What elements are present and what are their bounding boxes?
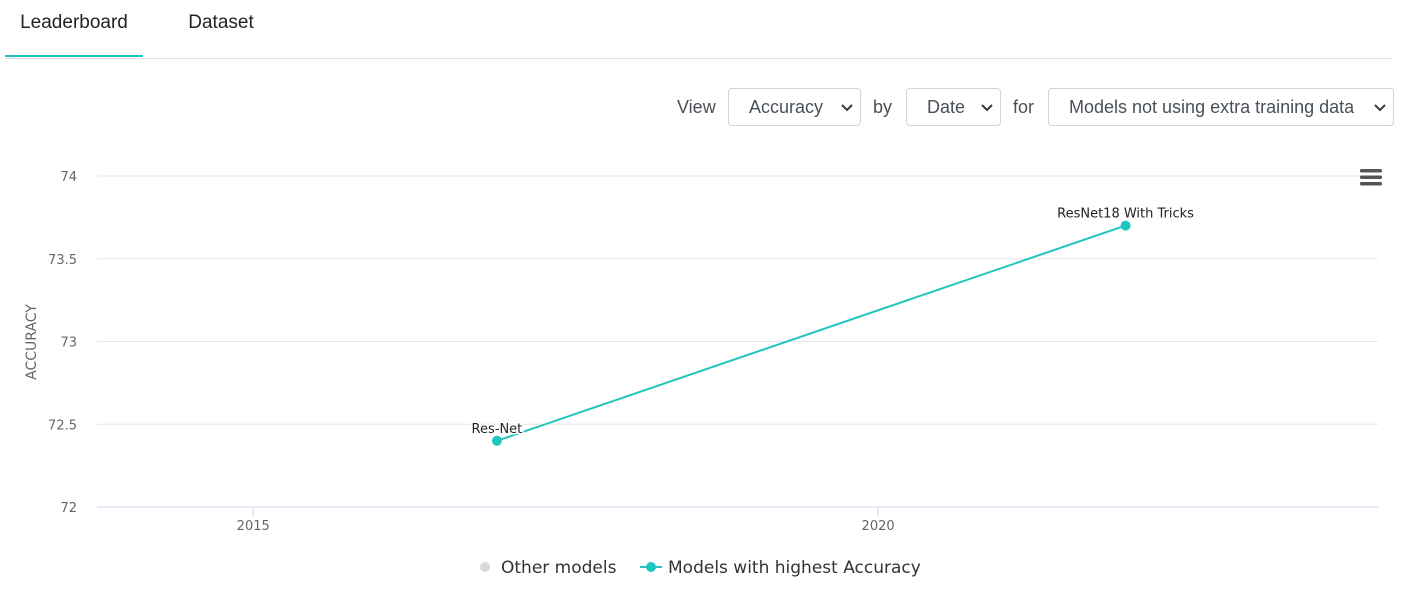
- x-tick-label: 2015: [237, 519, 270, 534]
- data-label: Res-Net: [472, 422, 523, 437]
- chevron-down-icon: [1374, 104, 1386, 112]
- metric-select[interactable]: Accuracy: [728, 88, 861, 126]
- x-axis: 2015 2020: [97, 506, 1378, 534]
- for-label: for: [1013, 97, 1035, 117]
- chart-legend: Other models Models with highest Accuracy: [480, 558, 921, 578]
- data-point[interactable]: [1120, 220, 1131, 231]
- tab-leaderboard[interactable]: Leaderboard: [5, 0, 143, 57]
- tab-dataset[interactable]: Dataset: [173, 0, 269, 57]
- chevron-down-icon: [981, 104, 993, 112]
- legend-label: Models with highest Accuracy: [668, 558, 921, 578]
- x-tick-label: 2020: [862, 519, 895, 534]
- metric-select-value: Accuracy: [749, 97, 824, 117]
- legend-label: Other models: [501, 558, 617, 578]
- y-tick-label: 73: [60, 336, 77, 351]
- y-axis: 72 72.5 73 73.5 74: [48, 170, 77, 516]
- view-label: View: [677, 97, 716, 117]
- x-axis-select[interactable]: Date: [906, 88, 1001, 126]
- series-group: Res-Net ResNet18 With Tricks: [470, 205, 1196, 446]
- data-label: ResNet18 With Tricks: [1057, 207, 1194, 222]
- chart-controls: View Accuracy by Date for Models not usi…: [0, 88, 1410, 126]
- by-label: by: [873, 97, 893, 117]
- accuracy-chart: 2015 2020 72 72.5 73 73.5 74 ACCURACY Res-Net…: [24, 169, 1382, 578]
- y-axis-title: ACCURACY: [24, 304, 40, 380]
- y-tick-label: 72.5: [48, 418, 77, 433]
- y-tick-label: 74: [60, 170, 77, 185]
- chart-container: 2015 2020 72 72.5 73 73.5 74 ACCURACY Res-Net…: [0, 150, 1410, 601]
- tab-bar: Leaderboard Dataset: [5, 0, 1392, 59]
- x-axis-select-value: Date: [927, 97, 966, 117]
- legend-marker: [480, 562, 490, 572]
- y-tick-label: 73.5: [48, 253, 77, 268]
- series-line: [496, 224, 1126, 442]
- data-point[interactable]: [491, 435, 502, 446]
- legend-marker: [646, 562, 656, 572]
- legend-item-highest-accuracy[interactable]: Models with highest Accuracy: [640, 558, 921, 578]
- y-tick-label: 72: [60, 501, 77, 516]
- legend-item-other-models[interactable]: Other models: [480, 558, 617, 578]
- hamburger-menu-icon[interactable]: [1360, 169, 1382, 186]
- chevron-down-icon: [841, 104, 853, 112]
- filter-select-value: Models not using extra training data: [1069, 97, 1355, 117]
- filter-select[interactable]: Models not using extra training data: [1048, 88, 1394, 126]
